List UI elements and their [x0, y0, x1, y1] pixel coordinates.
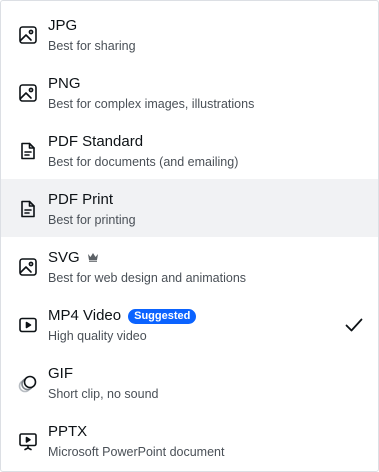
option-title: PDF Print — [48, 191, 114, 208]
option-title: SVG — [48, 249, 80, 266]
file-type-option-mp4[interactable]: MP4 Video Suggested High quality video — [1, 295, 378, 353]
image-icon — [17, 82, 39, 104]
option-description: Best for sharing — [48, 39, 136, 53]
file-type-dropdown: JPG Best for sharing PNG Best for comple… — [0, 0, 379, 472]
option-description: High quality video — [48, 329, 147, 343]
option-description: Best for web design and animations — [48, 271, 247, 285]
option-title: JPG — [48, 17, 78, 34]
document-icon — [17, 140, 39, 162]
option-description: Best for documents (and emailing) — [48, 155, 239, 169]
option-title: GIF — [48, 365, 73, 382]
video-icon — [17, 314, 39, 336]
image-icon — [17, 24, 39, 46]
option-title: PPTX — [48, 423, 88, 440]
checkmark-icon — [344, 315, 364, 335]
option-title: PDF Standard — [48, 133, 144, 150]
option-description: Best for printing — [48, 213, 136, 227]
file-type-option-pdf-standard[interactable]: PDF Standard Best for documents (and ema… — [1, 121, 378, 179]
gif-icon — [17, 372, 39, 394]
option-description: Microsoft PowerPoint document — [48, 445, 225, 459]
image-icon — [17, 256, 39, 278]
file-type-option-gif[interactable]: GIF Short clip, no sound — [1, 353, 378, 411]
document-icon — [17, 198, 39, 220]
presentation-icon — [17, 430, 39, 452]
file-type-option-png[interactable]: PNG Best for complex images, illustratio… — [1, 63, 378, 121]
file-type-list: JPG Best for sharing PNG Best for comple… — [1, 5, 378, 469]
file-type-option-jpg[interactable]: JPG Best for sharing — [1, 5, 378, 63]
option-title: PNG — [48, 75, 81, 92]
file-type-option-svg[interactable]: SVG Best for web design and animations — [1, 237, 378, 295]
suggested-badge: Suggested — [128, 308, 197, 324]
file-type-option-pptx[interactable]: PPTX Microsoft PowerPoint document — [1, 411, 378, 469]
option-description: Best for complex images, illustrations — [48, 97, 255, 111]
crown-icon — [87, 252, 99, 264]
file-type-option-pdf-print[interactable]: PDF Print Best for printing — [1, 179, 378, 237]
option-title: MP4 Video — [48, 307, 122, 324]
option-description: Short clip, no sound — [48, 387, 159, 401]
